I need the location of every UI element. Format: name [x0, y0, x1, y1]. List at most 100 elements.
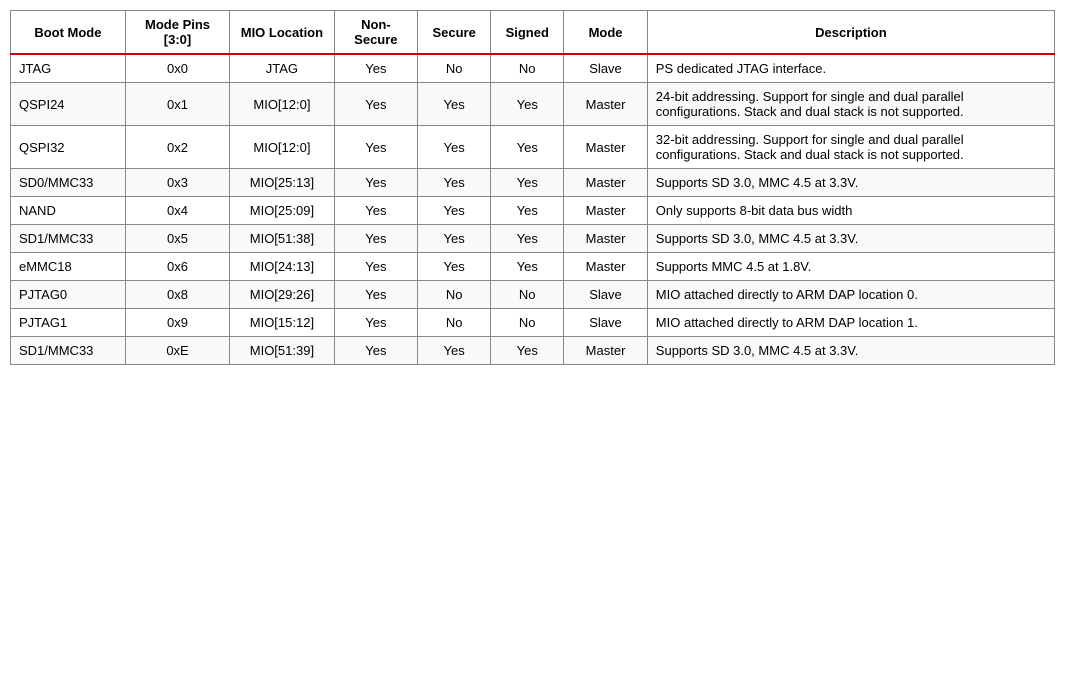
boot-mode-cell: eMMC18	[11, 253, 126, 281]
boot-mode-cell: PJTAG1	[11, 309, 126, 337]
mode-pins-cell: 0x9	[125, 309, 229, 337]
mode-cell: Master	[564, 225, 648, 253]
table-row: QSPI240x1MIO[12:0]YesYesYesMaster24-bit …	[11, 83, 1055, 126]
mio-location-cell: MIO[24:13]	[230, 253, 334, 281]
secure-cell: No	[418, 309, 491, 337]
header-mode: Mode	[564, 11, 648, 55]
non-secure-cell: Yes	[334, 197, 418, 225]
description-cell: Only supports 8-bit data bus width	[647, 197, 1054, 225]
mode-cell: Slave	[564, 281, 648, 309]
non-secure-cell: Yes	[334, 337, 418, 365]
signed-cell: Yes	[491, 197, 564, 225]
mode-pins-cell: 0xE	[125, 337, 229, 365]
header-secure: Secure	[418, 11, 491, 55]
secure-cell: Yes	[418, 225, 491, 253]
mio-location-cell: MIO[12:0]	[230, 83, 334, 126]
mode-pins-cell: 0x1	[125, 83, 229, 126]
signed-cell: No	[491, 309, 564, 337]
header-description: Description	[647, 11, 1054, 55]
boot-mode-cell: QSPI24	[11, 83, 126, 126]
mode-cell: Master	[564, 126, 648, 169]
non-secure-cell: Yes	[334, 281, 418, 309]
signed-cell: Yes	[491, 169, 564, 197]
mode-pins-cell: 0x0	[125, 54, 229, 83]
description-cell: MIO attached directly to ARM DAP locatio…	[647, 281, 1054, 309]
secure-cell: Yes	[418, 126, 491, 169]
mio-location-cell: MIO[51:39]	[230, 337, 334, 365]
mode-pins-cell: 0x5	[125, 225, 229, 253]
signed-cell: Yes	[491, 337, 564, 365]
mode-cell: Master	[564, 197, 648, 225]
boot-mode-cell: NAND	[11, 197, 126, 225]
boot-mode-cell: SD1/MMC33	[11, 337, 126, 365]
header-mode-pins: Mode Pins [3:0]	[125, 11, 229, 55]
table-row: JTAG0x0JTAGYesNoNoSlavePS dedicated JTAG…	[11, 54, 1055, 83]
header-boot-mode: Boot Mode	[11, 11, 126, 55]
mode-cell: Master	[564, 337, 648, 365]
signed-cell: No	[491, 281, 564, 309]
mode-cell: Master	[564, 169, 648, 197]
mode-cell: Slave	[564, 309, 648, 337]
boot-mode-table: Boot Mode Mode Pins [3:0] MIO Location N…	[10, 10, 1055, 365]
mio-location-cell: MIO[25:13]	[230, 169, 334, 197]
header-row: Boot Mode Mode Pins [3:0] MIO Location N…	[11, 11, 1055, 55]
description-cell: Supports SD 3.0, MMC 4.5 at 3.3V.	[647, 337, 1054, 365]
non-secure-cell: Yes	[334, 126, 418, 169]
secure-cell: Yes	[418, 197, 491, 225]
boot-mode-cell: SD0/MMC33	[11, 169, 126, 197]
header-signed: Signed	[491, 11, 564, 55]
mio-location-cell: MIO[51:38]	[230, 225, 334, 253]
signed-cell: Yes	[491, 83, 564, 126]
table-row: PJTAG00x8MIO[29:26]YesNoNoSlaveMIO attac…	[11, 281, 1055, 309]
signed-cell: Yes	[491, 225, 564, 253]
secure-cell: Yes	[418, 83, 491, 126]
mio-location-cell: JTAG	[230, 54, 334, 83]
signed-cell: No	[491, 54, 564, 83]
table-row: eMMC180x6MIO[24:13]YesYesYesMasterSuppor…	[11, 253, 1055, 281]
non-secure-cell: Yes	[334, 225, 418, 253]
signed-cell: Yes	[491, 253, 564, 281]
mode-pins-cell: 0x6	[125, 253, 229, 281]
non-secure-cell: Yes	[334, 83, 418, 126]
boot-mode-cell: PJTAG0	[11, 281, 126, 309]
mio-location-cell: MIO[12:0]	[230, 126, 334, 169]
table-row: QSPI320x2MIO[12:0]YesYesYesMaster32-bit …	[11, 126, 1055, 169]
secure-cell: Yes	[418, 337, 491, 365]
table-row: SD1/MMC330xEMIO[51:39]YesYesYesMasterSup…	[11, 337, 1055, 365]
non-secure-cell: Yes	[334, 54, 418, 83]
boot-mode-cell: QSPI32	[11, 126, 126, 169]
mode-cell: Master	[564, 83, 648, 126]
table-row: SD1/MMC330x5MIO[51:38]YesYesYesMasterSup…	[11, 225, 1055, 253]
header-non-secure: Non-Secure	[334, 11, 418, 55]
table-row: NAND0x4MIO[25:09]YesYesYesMasterOnly sup…	[11, 197, 1055, 225]
signed-cell: Yes	[491, 126, 564, 169]
table-row: SD0/MMC330x3MIO[25:13]YesYesYesMasterSup…	[11, 169, 1055, 197]
non-secure-cell: Yes	[334, 253, 418, 281]
description-cell: 24-bit addressing. Support for single an…	[647, 83, 1054, 126]
description-cell: Supports SD 3.0, MMC 4.5 at 3.3V.	[647, 169, 1054, 197]
non-secure-cell: Yes	[334, 169, 418, 197]
secure-cell: Yes	[418, 253, 491, 281]
mio-location-cell: MIO[15:12]	[230, 309, 334, 337]
description-cell: Supports MMC 4.5 at 1.8V.	[647, 253, 1054, 281]
header-mio-location: MIO Location	[230, 11, 334, 55]
mode-pins-cell: 0x2	[125, 126, 229, 169]
table-row: PJTAG10x9MIO[15:12]YesNoNoSlaveMIO attac…	[11, 309, 1055, 337]
boot-mode-cell: JTAG	[11, 54, 126, 83]
secure-cell: No	[418, 54, 491, 83]
description-cell: MIO attached directly to ARM DAP locatio…	[647, 309, 1054, 337]
mio-location-cell: MIO[25:09]	[230, 197, 334, 225]
description-cell: PS dedicated JTAG interface.	[647, 54, 1054, 83]
non-secure-cell: Yes	[334, 309, 418, 337]
secure-cell: Yes	[418, 169, 491, 197]
mode-pins-cell: 0x3	[125, 169, 229, 197]
mode-pins-cell: 0x4	[125, 197, 229, 225]
mode-pins-cell: 0x8	[125, 281, 229, 309]
mode-cell: Slave	[564, 54, 648, 83]
boot-mode-cell: SD1/MMC33	[11, 225, 126, 253]
description-cell: 32-bit addressing. Support for single an…	[647, 126, 1054, 169]
secure-cell: No	[418, 281, 491, 309]
mode-cell: Master	[564, 253, 648, 281]
description-cell: Supports SD 3.0, MMC 4.5 at 3.3V.	[647, 225, 1054, 253]
mio-location-cell: MIO[29:26]	[230, 281, 334, 309]
